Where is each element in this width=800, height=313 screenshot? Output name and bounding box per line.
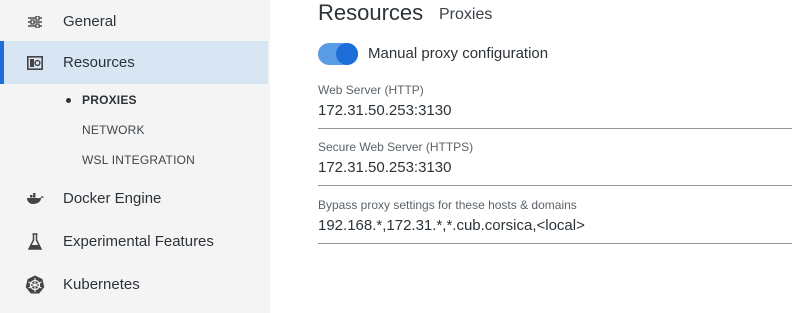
sidebar-item-experimental-features[interactable]: Experimental Features	[0, 220, 268, 263]
sidebar: General Resources PROXIES NETWORK WSL IN…	[0, 0, 270, 313]
helm-wheel-icon	[25, 275, 45, 295]
http-proxy-input[interactable]	[318, 102, 788, 119]
sidebar-item-general[interactable]: General	[0, 0, 268, 43]
sidebar-subitem-wsl-integration[interactable]: WSL INTEGRATION	[82, 153, 195, 167]
http-proxy-field: Web Server (HTTP)	[318, 83, 792, 129]
sidebar-item-kubernetes[interactable]: Kubernetes	[0, 263, 268, 306]
current-bullet	[66, 98, 71, 103]
https-proxy-field: Secure Web Server (HTTPS)	[318, 140, 792, 186]
sidebar-item-label: Kubernetes	[63, 276, 140, 293]
sidebar-subitem-network[interactable]: NETWORK	[82, 123, 145, 137]
field-label: Web Server (HTTP)	[318, 83, 424, 97]
toggle-label: Manual proxy configuration	[368, 45, 549, 62]
main-panel: Resources Proxies Manual proxy configura…	[318, 0, 800, 313]
https-proxy-input[interactable]	[318, 159, 788, 176]
sidebar-item-docker-engine[interactable]: Docker Engine	[0, 177, 268, 220]
page-subtitle: Proxies	[439, 6, 493, 23]
field-label: Secure Web Server (HTTPS)	[318, 140, 474, 154]
bypass-input[interactable]	[318, 217, 788, 234]
sidebar-item-resources[interactable]: Resources	[0, 41, 268, 84]
sidebar-item-label: General	[63, 13, 117, 30]
flask-icon	[25, 232, 45, 252]
sliders-icon	[25, 12, 45, 32]
page-title: Resources	[318, 0, 424, 25]
sidebar-item-label: Resources	[63, 54, 135, 71]
sidebar-subitem-proxies[interactable]: PROXIES	[82, 93, 137, 107]
sidebar-item-label: Experimental Features	[63, 233, 214, 250]
sidebar-item-label: Docker Engine	[63, 190, 162, 207]
field-label: Bypass proxy settings for these hosts & …	[318, 198, 577, 212]
whale-icon	[25, 189, 45, 209]
toggle-knob	[336, 43, 358, 65]
resources-icon	[25, 53, 45, 73]
bypass-field: Bypass proxy settings for these hosts & …	[318, 198, 792, 244]
manual-proxy-toggle[interactable]	[318, 43, 358, 65]
